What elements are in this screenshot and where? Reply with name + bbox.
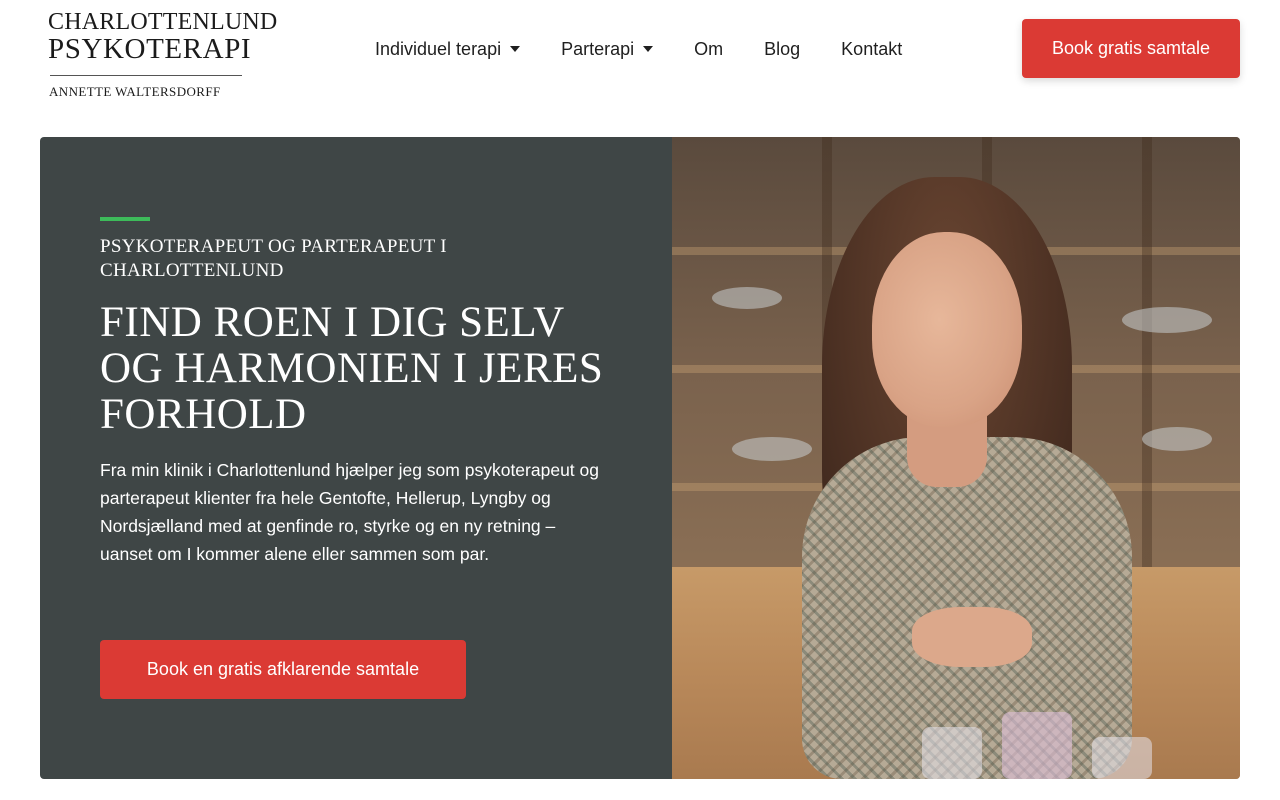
hero-text-panel: PSYKOTERAPEUT OG PARTERAPEUT I CHARLOTTE… <box>40 137 672 779</box>
glass-candleholder <box>1002 712 1072 779</box>
nav-item-kontakt[interactable]: Kontakt <box>841 39 902 60</box>
caret-down-icon <box>643 46 654 52</box>
accent-divider <box>100 217 150 221</box>
nav-item-label: Kontakt <box>841 38 903 59</box>
bowl-decoration <box>1122 307 1212 333</box>
site-logo[interactable]: CHARLOTTENLUND PSYKOTERAPI ANNETTE WALTE… <box>48 8 284 99</box>
person-hands <box>912 607 1032 667</box>
nav-item-blog[interactable]: Blog <box>764 39 800 60</box>
glass-candleholder <box>922 727 982 779</box>
nav-item-label: Om <box>694 38 724 59</box>
logo-title-line2: PSYKOTERAPI <box>48 33 252 65</box>
bowl-decoration <box>1142 427 1212 451</box>
book-free-call-button[interactable]: Book gratis samtale <box>1022 19 1240 78</box>
caret-down-icon <box>510 46 521 52</box>
hero-section: PSYKOTERAPEUT OG PARTERAPEUT I CHARLOTTE… <box>40 137 1240 779</box>
nav-item-om[interactable]: Om <box>694 39 723 60</box>
nav-item-label: Blog <box>764 38 801 59</box>
logo-divider <box>50 75 242 76</box>
glass-candleholder <box>1092 737 1152 779</box>
nav-item-individuel-terapi[interactable]: Individuel terapi <box>375 38 521 60</box>
therapist-photo <box>672 137 1240 779</box>
site-header: CHARLOTTENLUND PSYKOTERAPI ANNETTE WALTE… <box>0 0 1280 100</box>
book-consultation-button[interactable]: Book en gratis afklarende samtale <box>100 640 466 699</box>
logo-subtitle: ANNETTE WALTERSDORFF <box>49 84 221 99</box>
bowl-decoration <box>712 287 782 309</box>
hero-headline: FIND ROEN I DIG SELV OG HARMONIEN I JERE… <box>100 299 604 438</box>
main-navigation: Individuel terapi Parterapi Om Blog Kont… <box>375 36 943 62</box>
nav-item-parterapi[interactable]: Parterapi <box>561 38 654 60</box>
bowl-decoration <box>732 437 812 461</box>
nav-item-label: Individuel terapi <box>375 38 502 59</box>
person-face <box>872 232 1022 427</box>
nav-item-label: Parterapi <box>561 38 635 59</box>
logo-title-line1: CHARLOTTENLUND <box>48 9 278 35</box>
hero-intro-text: Fra min klinik i Charlottenlund hjælper … <box>100 460 599 564</box>
hero-eyebrow: PSYKOTERAPEUT OG PARTERAPEUT I CHARLOTTE… <box>100 236 447 281</box>
